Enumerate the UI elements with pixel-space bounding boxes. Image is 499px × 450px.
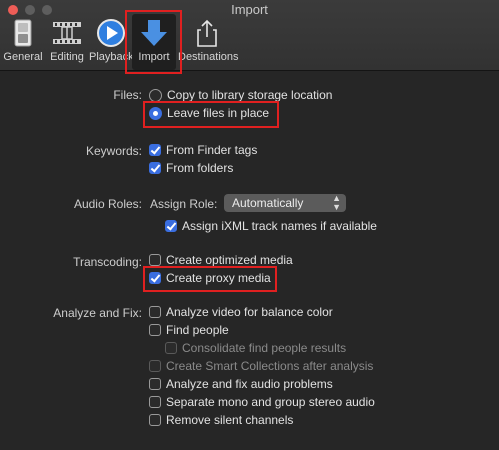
finder-tags-checkbox-row[interactable]: From Finder tags xyxy=(149,143,257,157)
ixml-checkbox[interactable] xyxy=(165,220,177,232)
balance-color-row[interactable]: Analyze video for balance color xyxy=(149,305,333,319)
tab-destinations[interactable]: Destinations xyxy=(178,16,239,68)
audio-roles-label: Audio Roles: xyxy=(73,197,142,211)
balance-color-checkbox[interactable] xyxy=(149,306,161,318)
optimized-media-checkbox[interactable] xyxy=(149,254,161,266)
audio-problems-checkbox[interactable] xyxy=(149,378,161,390)
finder-tags-label: From Finder tags xyxy=(166,143,258,157)
ixml-label: Assign iXML track names if available xyxy=(182,219,377,233)
copy-radio[interactable] xyxy=(149,88,162,102)
consolidate-checkbox xyxy=(165,342,177,354)
ixml-checkbox-row[interactable]: Assign iXML track names if available xyxy=(165,219,377,233)
tab-editing-label: Editing xyxy=(50,51,84,63)
smart-collections-label: Create Smart Collections after analysis xyxy=(166,359,374,373)
assign-role-value: Automatically xyxy=(232,196,304,210)
folders-checkbox-row[interactable]: From folders xyxy=(149,161,233,175)
smart-collections-row: Create Smart Collections after analysis xyxy=(149,359,373,373)
copy-option-label: Copy to library storage location xyxy=(167,88,333,102)
audio-problems-row[interactable]: Analyze and fix audio problems xyxy=(149,377,333,391)
find-people-checkbox[interactable] xyxy=(149,324,161,336)
balance-color-label: Analyze video for balance color xyxy=(166,305,333,319)
import-tab-highlight xyxy=(125,10,182,74)
keywords-label: Keywords: xyxy=(85,144,142,158)
assign-role-label: Assign Role: xyxy=(150,197,218,211)
window-toolbar: Import General Editing Playback Import D… xyxy=(0,0,499,71)
film-editing-icon xyxy=(50,18,84,51)
silent-channels-row[interactable]: Remove silent channels xyxy=(149,413,293,427)
share-icon xyxy=(195,18,219,51)
proxy-media-highlight xyxy=(143,266,277,292)
tab-editing[interactable]: Editing xyxy=(46,16,88,68)
window-title: Import xyxy=(231,2,268,17)
files-label: Files: xyxy=(113,88,142,102)
find-people-label: Find people xyxy=(166,323,229,337)
audio-problems-label: Analyze and fix audio problems xyxy=(166,377,333,391)
mono-stereo-label: Separate mono and group stereo audio xyxy=(166,395,375,409)
optimized-media-row[interactable]: Create optimized media xyxy=(149,253,293,267)
find-people-row[interactable]: Find people xyxy=(149,323,229,337)
consolidate-label: Consolidate find people results xyxy=(182,341,347,355)
general-switch-icon xyxy=(8,18,38,51)
popup-chevron-icon: ▲ ▼ xyxy=(332,193,341,212)
consolidate-row: Consolidate find people results xyxy=(165,341,346,355)
smart-collections-checkbox xyxy=(149,360,161,372)
tab-general[interactable]: General xyxy=(2,16,44,68)
folders-label: From folders xyxy=(166,161,234,175)
optimized-media-label: Create optimized media xyxy=(166,253,293,267)
silent-channels-checkbox[interactable] xyxy=(149,414,161,426)
finder-tags-checkbox[interactable] xyxy=(149,144,161,156)
copy-to-library-option[interactable]: Copy to library storage location xyxy=(149,88,332,102)
leave-files-highlight xyxy=(143,101,279,128)
silent-channels-label: Remove silent channels xyxy=(166,413,294,427)
assign-role-popup[interactable]: Automatically ▲ ▼ xyxy=(224,194,346,212)
tab-destinations-label: Destinations xyxy=(178,51,239,63)
transcoding-label: Transcoding: xyxy=(73,255,142,269)
analyze-fix-label: Analyze and Fix: xyxy=(53,306,142,320)
folders-checkbox[interactable] xyxy=(149,162,161,174)
mono-stereo-checkbox[interactable] xyxy=(149,396,161,408)
tab-general-label: General xyxy=(3,51,43,63)
mono-stereo-row[interactable]: Separate mono and group stereo audio xyxy=(149,395,375,409)
play-icon xyxy=(96,18,126,51)
